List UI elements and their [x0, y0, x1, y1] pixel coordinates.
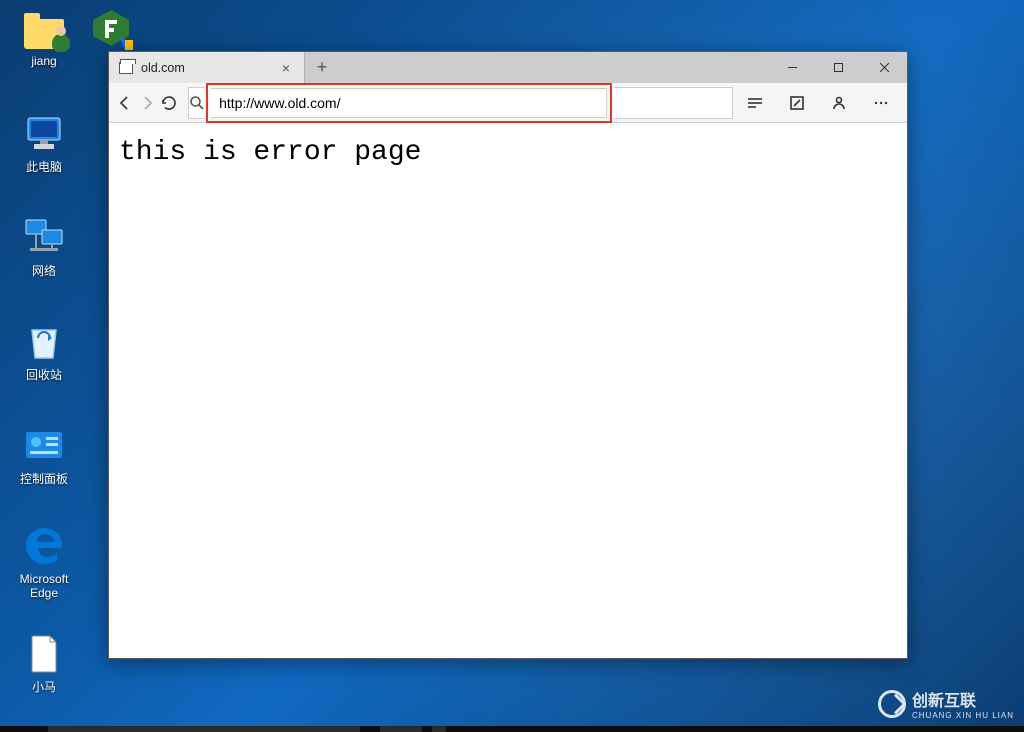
desktop-icon-label: 网络: [6, 264, 82, 278]
window-titlebar[interactable]: old.com × +: [109, 52, 907, 83]
computer-icon: [22, 112, 66, 156]
desktop-icon-label: 此电脑: [6, 160, 82, 174]
tab-title: old.com: [141, 61, 185, 75]
desktop-icon-label: 回收站: [6, 368, 82, 382]
nav-forward-button[interactable]: [137, 85, 157, 121]
watermark: 创新互联 CHUANG XIN HU LIAN: [878, 687, 1014, 720]
search-icon[interactable]: [188, 87, 204, 119]
desktop-icon-label: Microsoft Edge: [6, 572, 82, 600]
page-body-text: this is error page: [119, 137, 421, 168]
address-bar-input[interactable]: [211, 88, 607, 118]
desktop-icon-file[interactable]: 小马: [6, 632, 82, 694]
watermark-text: 创新互联: [912, 693, 976, 710]
edge-browser-window: old.com × +: [108, 51, 908, 659]
desktop-icon-this-pc[interactable]: 此电脑: [6, 112, 82, 174]
watermark-logo-icon: [878, 690, 906, 718]
network-icon: [22, 216, 66, 260]
watermark-subtext: CHUANG XIN HU LIAN: [912, 711, 1014, 720]
edge-browser-icon: [22, 524, 66, 568]
nav-refresh-button[interactable]: [159, 85, 179, 121]
desktop-icon-user-folder[interactable]: jiang: [6, 6, 82, 68]
reading-view-button[interactable]: [735, 85, 775, 121]
browser-toolbar: [109, 83, 907, 123]
new-tab-button[interactable]: +: [305, 52, 339, 83]
text-file-icon: [22, 632, 66, 676]
annotation-highlight: [206, 83, 612, 123]
control-panel-icon: [22, 424, 66, 468]
browser-tab[interactable]: old.com ×: [109, 52, 305, 83]
desktop-icon-control-panel[interactable]: 控制面板: [6, 424, 82, 486]
desktop-icon-label: 小马: [6, 680, 82, 694]
web-note-button[interactable]: [777, 85, 817, 121]
window-minimize-button[interactable]: [769, 52, 815, 83]
share-button[interactable]: [819, 85, 859, 121]
nav-back-button[interactable]: [115, 85, 135, 121]
desktop-icon-edge[interactable]: Microsoft Edge: [6, 524, 82, 600]
taskbar[interactable]: [0, 726, 1024, 732]
more-menu-button[interactable]: [861, 85, 901, 121]
desktop: jiang fi 此电脑 网络 回收站 控制面板 Microso: [0, 0, 1024, 732]
page-favicon-icon: [119, 62, 133, 74]
tab-close-button[interactable]: ×: [278, 60, 294, 76]
desktop-icon-label: 控制面板: [6, 472, 82, 486]
window-controls: [769, 52, 907, 83]
recycle-bin-icon: [22, 320, 66, 364]
desktop-icon-label: jiang: [6, 54, 82, 68]
desktop-icon-recycle-bin[interactable]: 回收站: [6, 320, 82, 382]
page-content: this is error page: [109, 123, 907, 658]
folder-user-icon: [22, 6, 66, 50]
fiddler-icon: [89, 6, 133, 50]
desktop-icon-network[interactable]: 网络: [6, 216, 82, 278]
window-close-button[interactable]: [861, 52, 907, 83]
window-maximize-button[interactable]: [815, 52, 861, 83]
address-bar-extension[interactable]: [614, 87, 733, 119]
